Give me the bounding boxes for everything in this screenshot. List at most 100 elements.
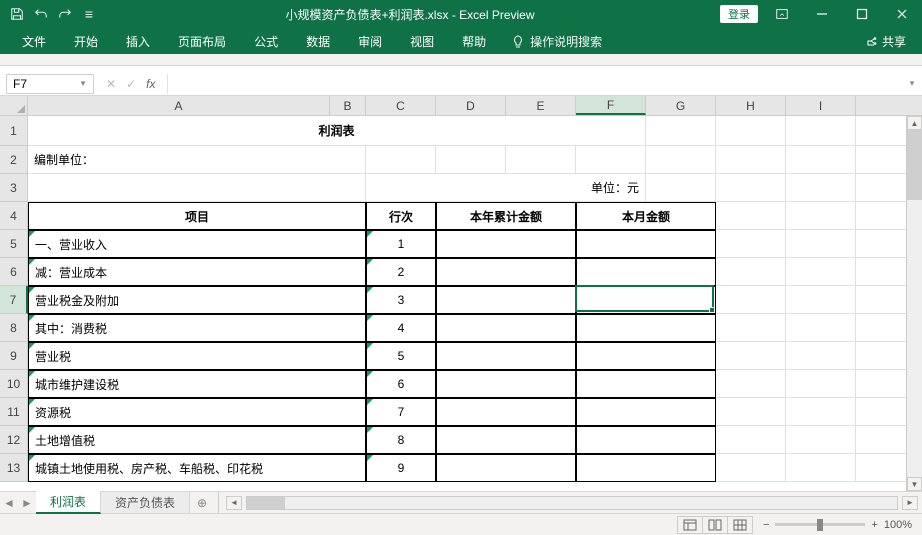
redo-icon[interactable] — [54, 3, 76, 25]
col-header-A[interactable]: A — [28, 96, 330, 115]
row-header-5[interactable]: 5 — [0, 230, 28, 258]
month-cell[interactable] — [576, 370, 716, 398]
sheet-title[interactable]: 利润表 — [28, 116, 646, 146]
cell[interactable] — [716, 426, 786, 454]
item-cell[interactable]: 城市维护建设税 — [28, 370, 366, 398]
line-cell[interactable]: 2 — [366, 258, 436, 286]
line-cell[interactable]: 4 — [366, 314, 436, 342]
cell[interactable] — [576, 146, 646, 174]
cell[interactable] — [716, 398, 786, 426]
tab-layout[interactable]: 页面布局 — [164, 29, 240, 54]
expand-formula-icon[interactable]: ▾ — [902, 78, 922, 89]
month-cell[interactable] — [576, 314, 716, 342]
col-header-H[interactable]: H — [716, 96, 786, 115]
undo-icon[interactable] — [30, 3, 52, 25]
row-header-10[interactable]: 10 — [0, 370, 28, 398]
cell[interactable] — [646, 174, 716, 202]
zoom-level[interactable]: 100% — [884, 519, 912, 531]
scroll-thumb-h[interactable] — [247, 497, 285, 509]
cancel-icon[interactable]: ✕ — [106, 77, 116, 91]
ytd-cell[interactable] — [436, 342, 576, 370]
tab-formulas[interactable]: 公式 — [240, 29, 292, 54]
line-cell[interactable]: 8 — [366, 426, 436, 454]
tab-view[interactable]: 视图 — [396, 29, 448, 54]
row-header-6[interactable]: 6 — [0, 258, 28, 286]
hdr-line[interactable]: 行次 — [366, 202, 436, 230]
hdr-ytd[interactable]: 本年累计金额 — [436, 202, 576, 230]
qat-customize-icon[interactable]: ≡ — [78, 3, 100, 25]
tab-home[interactable]: 开始 — [60, 29, 112, 54]
row-header-11[interactable]: 11 — [0, 398, 28, 426]
item-cell[interactable]: 营业税金及附加 — [28, 286, 366, 314]
select-all-corner[interactable] — [0, 96, 28, 116]
row-header-3[interactable]: 3 — [0, 174, 28, 202]
month-cell[interactable] — [576, 258, 716, 286]
zoom-out-icon[interactable]: − — [763, 519, 769, 531]
cell[interactable] — [716, 230, 786, 258]
cell[interactable] — [786, 146, 856, 174]
chevron-down-icon[interactable]: ▼ — [79, 79, 87, 88]
cell[interactable] — [786, 202, 856, 230]
scroll-left-icon[interactable]: ◄ — [226, 496, 242, 510]
month-cell[interactable] — [576, 398, 716, 426]
cell[interactable] — [716, 202, 786, 230]
item-cell[interactable]: 一、营业收入 — [28, 230, 366, 258]
ytd-cell[interactable] — [436, 398, 576, 426]
cell[interactable] — [716, 370, 786, 398]
cell[interactable] — [28, 174, 366, 202]
tab-help[interactable]: 帮助 — [448, 29, 500, 54]
line-cell[interactable]: 6 — [366, 370, 436, 398]
cell[interactable] — [786, 286, 856, 314]
cell[interactable] — [646, 116, 716, 146]
horizontal-scrollbar[interactable]: ◄ ► — [222, 496, 922, 510]
enter-icon[interactable]: ✓ — [126, 77, 136, 91]
name-box[interactable]: F7 ▼ — [6, 74, 94, 94]
save-icon[interactable] — [6, 3, 28, 25]
line-cell[interactable]: 5 — [366, 342, 436, 370]
cell[interactable] — [716, 314, 786, 342]
cell[interactable] — [716, 146, 786, 174]
login-button[interactable]: 登录 — [720, 5, 758, 23]
ytd-cell[interactable] — [436, 230, 576, 258]
maximize-icon[interactable] — [842, 0, 882, 28]
cell[interactable] — [786, 454, 856, 482]
month-cell[interactable] — [576, 286, 716, 314]
ribbon-options-icon[interactable] — [762, 0, 802, 28]
col-header-I[interactable]: I — [786, 96, 856, 115]
tab-nav-next[interactable]: ► — [18, 496, 36, 510]
item-cell[interactable]: 城镇土地使用税、房产税、车船税、印花税 — [28, 454, 366, 482]
cell[interactable] — [786, 342, 856, 370]
tab-data[interactable]: 数据 — [292, 29, 344, 54]
cell[interactable] — [786, 116, 856, 146]
col-header-C[interactable]: C — [366, 96, 436, 115]
formula-input[interactable] — [167, 74, 902, 94]
tab-review[interactable]: 审阅 — [344, 29, 396, 54]
scroll-up-icon[interactable]: ▲ — [907, 116, 922, 130]
col-header-E[interactable]: E — [506, 96, 576, 115]
tab-file[interactable]: 文件 — [8, 29, 60, 54]
ytd-cell[interactable] — [436, 426, 576, 454]
cell[interactable] — [786, 174, 856, 202]
col-header-F[interactable]: F — [576, 96, 646, 115]
line-cell[interactable]: 7 — [366, 398, 436, 426]
row-header-13[interactable]: 13 — [0, 454, 28, 482]
line-cell[interactable]: 9 — [366, 454, 436, 482]
cell[interactable] — [716, 286, 786, 314]
ytd-cell[interactable] — [436, 454, 576, 482]
row-header-4[interactable]: 4 — [0, 202, 28, 230]
month-cell[interactable] — [576, 454, 716, 482]
cell[interactable] — [716, 454, 786, 482]
col-header-G[interactable]: G — [646, 96, 716, 115]
close-icon[interactable] — [882, 0, 922, 28]
row-header-12[interactable]: 12 — [0, 426, 28, 454]
cell[interactable] — [506, 146, 576, 174]
row-header-7[interactable]: 7 — [0, 286, 28, 314]
cell[interactable] — [646, 146, 716, 174]
ytd-cell[interactable] — [436, 258, 576, 286]
zoom-slider[interactable] — [775, 523, 865, 526]
row-header-2[interactable]: 2 — [0, 146, 28, 174]
cell[interactable] — [786, 370, 856, 398]
unit-left[interactable]: 编制单位： — [28, 146, 366, 174]
tab-insert[interactable]: 插入 — [112, 29, 164, 54]
month-cell[interactable] — [576, 426, 716, 454]
